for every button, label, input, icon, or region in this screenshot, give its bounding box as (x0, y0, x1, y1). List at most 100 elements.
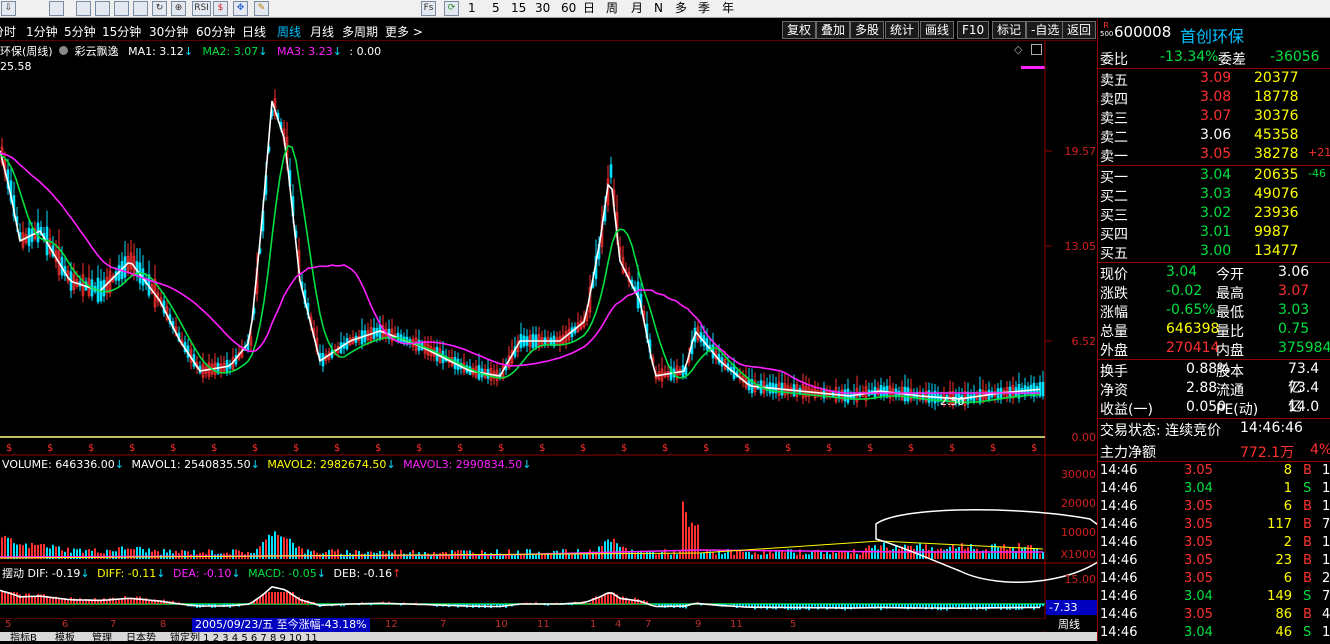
volume-bar (4, 536, 6, 559)
period-label: 周线 (1046, 618, 1097, 632)
volume-bar (412, 550, 414, 559)
fund-flow-icon[interactable] (114, 1, 129, 16)
tick-row: 14:463.058B1 (1098, 463, 1330, 482)
period-tab-9[interactable]: 多周期 (342, 23, 378, 40)
period-tab-6[interactable]: 日线 (242, 23, 266, 40)
tick-volume: 6 (1256, 571, 1292, 586)
macd-bar (856, 604, 858, 608)
period-button-1[interactable]: 5 (492, 1, 500, 16)
period-tab-4[interactable]: 30分钟 (149, 23, 188, 40)
period-button-2[interactable]: 15 (511, 1, 526, 16)
tool-button-5[interactable]: F10 (957, 21, 989, 39)
period-button-10[interactable]: 季 (698, 1, 710, 16)
refresh-icon[interactable]: ⟳ (444, 1, 459, 16)
tick-count: 1 (1322, 499, 1330, 514)
macd-bar (142, 600, 144, 604)
volume-bar (1024, 547, 1026, 559)
period-button-11[interactable]: 年 (722, 1, 734, 16)
bid-price: 3.01 (1200, 224, 1231, 240)
tick-time: 14:46 (1100, 553, 1137, 568)
volume-bar (826, 552, 828, 559)
period-button-4[interactable]: 60 (561, 1, 576, 16)
tool-button-4[interactable]: 画线 (920, 21, 954, 39)
period-tab-5[interactable]: 60分钟 (196, 23, 235, 40)
volume-bar (1039, 554, 1041, 559)
signal-marker: $ (375, 443, 381, 454)
kline-icon[interactable] (95, 1, 110, 16)
distribution-icon[interactable] (133, 1, 148, 16)
macd-bar (49, 598, 51, 604)
volume-bar (946, 549, 948, 559)
s-icon[interactable]: $ (213, 1, 228, 16)
date-info: 2005/09/23/五 至今涨幅-43.18% (192, 618, 370, 632)
ask-volume: 30376 (1254, 108, 1299, 124)
vol-tick-label: 10000 (1046, 526, 1096, 539)
rsi-icon[interactable]: RSI (192, 1, 211, 16)
fs-icon[interactable]: Fs (421, 1, 436, 16)
divider (1098, 262, 1330, 263)
bottom-tab-2[interactable]: 管理 (92, 632, 112, 641)
tool-button-8[interactable]: 返回 (1062, 21, 1096, 39)
volume-bar (154, 550, 156, 559)
period-button-5[interactable]: 日 (583, 1, 595, 16)
tool-button-0[interactable]: 复权 (782, 21, 816, 39)
tool-button-7[interactable]: -自选 (1026, 21, 1064, 39)
macd-bar (271, 592, 273, 604)
bottom-tabs: 指标B 模板 管理 日本势 锁定列 1 2 3 4 5 6 7 8 9 10 11 (0, 632, 1097, 641)
bar-chart-icon[interactable] (49, 1, 64, 16)
bottom-tab-0[interactable]: 指标B (10, 632, 37, 641)
macd-title[interactable]: 摆动 (2, 567, 24, 580)
volume-bar (871, 548, 873, 559)
period-tab-2[interactable]: 5分钟 (64, 23, 96, 40)
period-button-3[interactable]: 30 (535, 1, 550, 16)
ask-price: 3.07 (1200, 108, 1231, 124)
period-tab-10[interactable]: 更多 > (385, 23, 423, 40)
y-tick-label: 0.00 (1046, 431, 1096, 444)
period-tab-8[interactable]: 月线 (310, 23, 334, 40)
tool-button-3[interactable]: 统计 (885, 21, 919, 39)
macd-bar (88, 601, 90, 604)
vol-tick-label: 20000 (1046, 497, 1096, 510)
bottom-tab-3[interactable]: 日本势 (126, 632, 156, 641)
stat-value: 2.88 (1186, 380, 1217, 396)
tool-button-1[interactable]: 叠加 (816, 21, 850, 39)
period-tab-7[interactable]: 周线 (277, 23, 301, 40)
macd-legend: 摆动 DIF: -0.19↓ DIFF: -0.11↓ DEA: -0.10↓ … (2, 565, 401, 581)
period-button-6[interactable]: 周 (606, 1, 618, 16)
volume-bar (739, 550, 741, 559)
period-button-8[interactable]: N (654, 1, 663, 16)
stat-row: 换手0.88%股本73.4亿 (1098, 361, 1330, 380)
bottom-tab-1[interactable]: 模板 (55, 632, 75, 641)
arrow-down-icon[interactable]: ⇩ (1, 1, 16, 16)
period-tab-0[interactable]: 分时 (0, 23, 16, 40)
reload-icon[interactable]: ↻ (152, 1, 167, 16)
tick-side: B (1303, 553, 1312, 568)
period-button-7[interactable]: 月 (631, 1, 643, 16)
bottom-tab-4[interactable]: 锁定列 1 2 3 4 5 6 7 8 9 10 11 (170, 632, 318, 641)
period-tab-3[interactable]: 15分钟 (102, 23, 141, 40)
kline-chart[interactable]: $$$$$$$$$$$$$$$$$$$$$$$$$$ (0, 41, 1097, 641)
volume-bar (523, 555, 525, 559)
signal-marker: $ (498, 443, 504, 454)
ask-label: 卖一 (1100, 146, 1128, 166)
period-tab-1[interactable]: 1分钟 (26, 23, 58, 40)
tick-time: 14:46 (1100, 535, 1137, 550)
period-button-0[interactable]: 1 (468, 1, 476, 16)
mavol1-value: MAVOL1: 2540835.50 (131, 458, 250, 471)
move-icon[interactable]: ✥ (233, 1, 248, 16)
period-button-9[interactable]: 多 (675, 1, 687, 16)
macd-bar (70, 597, 72, 604)
tool-button-6[interactable]: 标记 (992, 21, 1026, 39)
mainflow-value: 772.1万 (1240, 442, 1294, 462)
stat-label: 涨幅 (1100, 302, 1128, 322)
pencil-icon[interactable]: ✎ (254, 1, 269, 16)
volume-bar (340, 554, 342, 559)
zoom-icon[interactable]: ⊕ (171, 1, 186, 16)
y-tick-label: 13.05 (1046, 240, 1096, 253)
volume-value: VOLUME: 646336.00 (2, 458, 115, 471)
volume-bar (733, 555, 735, 559)
tool-button-2[interactable]: 多股 (850, 21, 884, 39)
bid-row: 买五3.0013477 (1098, 243, 1330, 262)
candlestick-icon[interactable] (76, 1, 91, 16)
macd-bar (79, 598, 81, 604)
